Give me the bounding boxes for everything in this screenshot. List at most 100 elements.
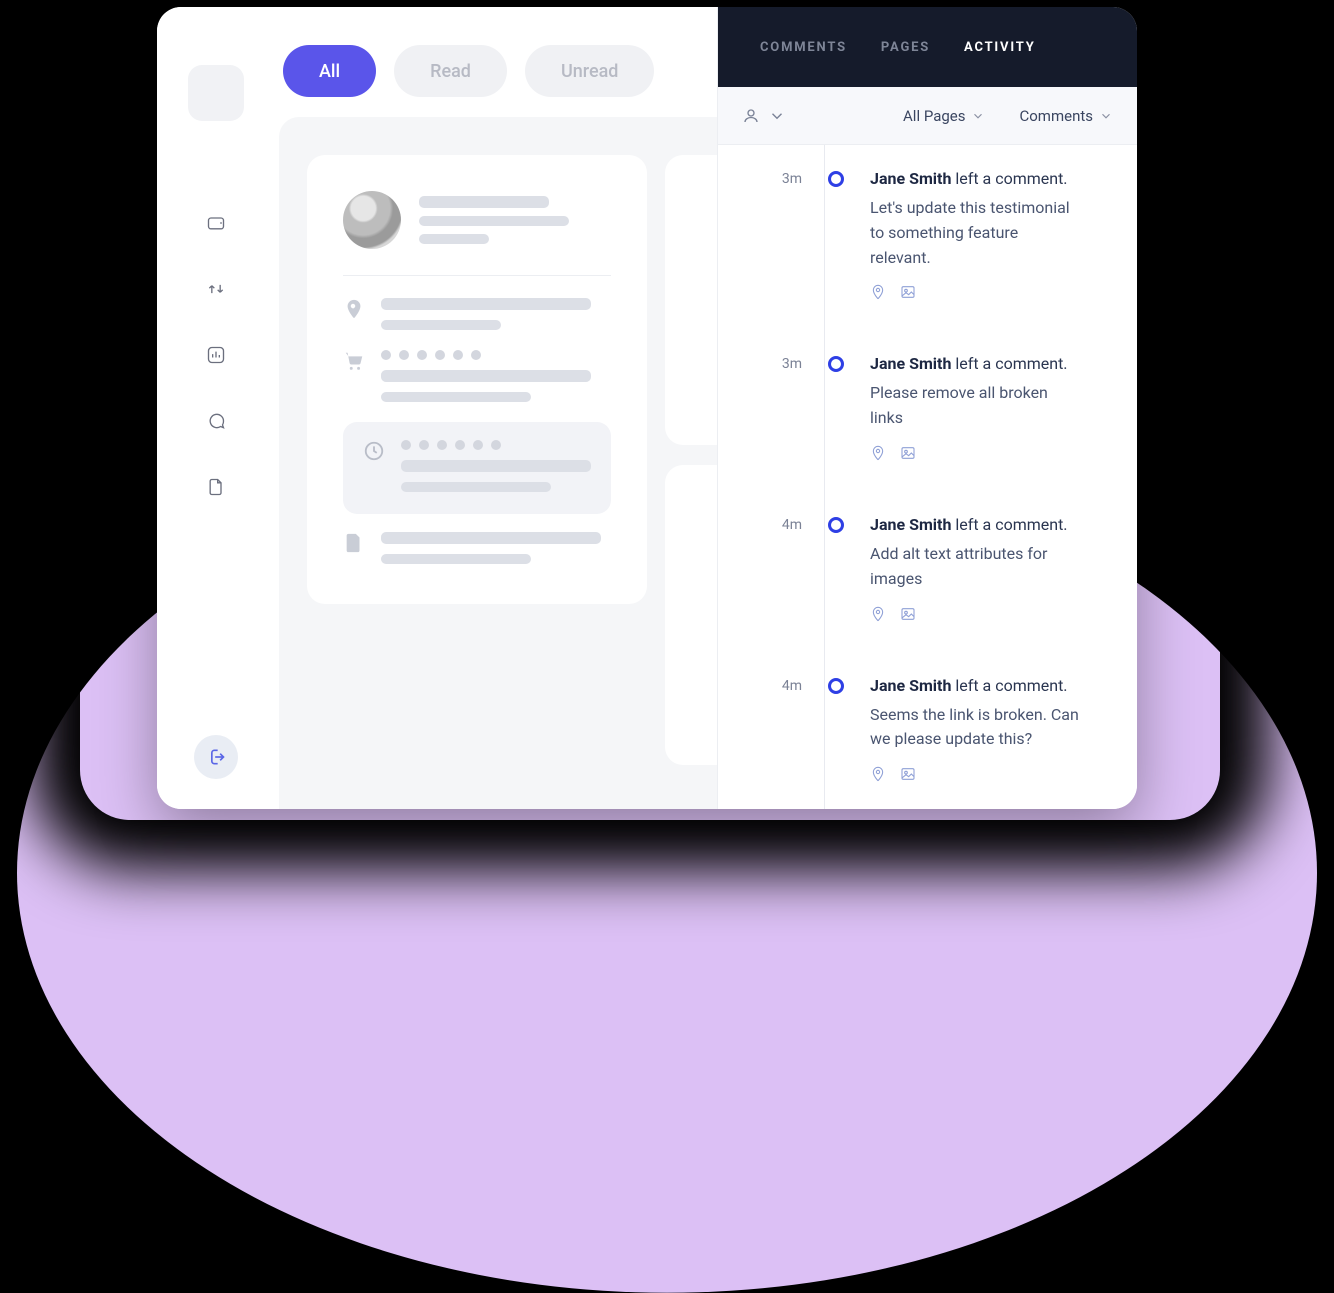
nav-chat[interactable] — [194, 399, 238, 443]
timeline-marker — [826, 515, 846, 622]
filter-all[interactable]: All — [283, 45, 376, 97]
filter-unread[interactable]: Unread — [525, 45, 654, 97]
app-window: All Read Unread — [157, 7, 1137, 809]
entry-message: Add alt text attributes for images — [870, 542, 1080, 592]
skeleton-line — [419, 234, 489, 244]
pages-filter-label: All Pages — [903, 107, 965, 125]
skeleton-dots — [381, 350, 611, 360]
card-header — [343, 191, 611, 249]
entry-headline: Jane Smith left a comment. — [870, 515, 1113, 534]
pages-filter[interactable]: All Pages — [903, 107, 985, 125]
filter-read[interactable]: Read — [394, 45, 507, 97]
clock-icon — [363, 440, 385, 462]
pin-icon[interactable] — [870, 766, 886, 782]
nav-docs[interactable] — [194, 465, 238, 509]
entry-message: Please remove all broken links — [870, 381, 1080, 431]
entry-headline: Jane Smith left a comment. — [870, 676, 1113, 695]
entry-action: left a comment. — [955, 515, 1067, 534]
skeleton-line — [381, 298, 591, 310]
timeline-marker — [826, 676, 846, 783]
card-peek — [665, 155, 717, 445]
chart-icon — [206, 345, 226, 365]
entry-headline: Jane Smith left a comment. — [870, 169, 1113, 188]
tab-activity[interactable]: ACTIVITY — [964, 40, 1036, 55]
avatar — [343, 191, 401, 249]
image-icon[interactable] — [900, 766, 916, 782]
filter-row: All Read Unread — [275, 7, 717, 117]
nav-transfer[interactable] — [194, 267, 238, 311]
activity-entry[interactable]: 3m Jane Smith left a comment. Let's upda… — [718, 145, 1137, 330]
skeleton-line — [419, 216, 569, 226]
entry-meta — [870, 606, 1113, 622]
user-filter[interactable] — [742, 107, 786, 125]
type-filter[interactable]: Comments — [1019, 107, 1113, 125]
entry-meta — [870, 445, 1113, 461]
entry-meta — [870, 766, 1113, 782]
panel-toolbar: All Pages Comments — [718, 87, 1137, 145]
image-icon[interactable] — [900, 606, 916, 622]
document-icon — [206, 477, 226, 497]
timeline-marker — [826, 354, 846, 461]
user-icon — [742, 107, 760, 125]
entry-meta — [870, 284, 1113, 300]
activity-panel: COMMENTS PAGES ACTIVITY All Pages Commen… — [717, 7, 1137, 809]
entry-time: 3m — [754, 354, 802, 461]
activity-timeline: 3m Jane Smith left a comment. Let's upda… — [718, 145, 1137, 809]
skeleton-line — [381, 320, 501, 330]
card-sub-item — [343, 422, 611, 514]
skeleton-line — [381, 392, 531, 402]
logo-placeholder — [188, 65, 244, 121]
nav-wallet[interactable] — [194, 201, 238, 245]
skeleton-line — [419, 196, 549, 208]
transfer-icon — [206, 279, 226, 299]
image-icon[interactable] — [900, 284, 916, 300]
logout-icon — [206, 747, 226, 767]
timeline-line — [824, 145, 825, 809]
panel-tabs: COMMENTS PAGES ACTIVITY — [718, 7, 1137, 87]
entry-time: 4m — [754, 515, 802, 622]
skeleton-line — [381, 554, 531, 564]
skeleton-line — [401, 460, 591, 472]
entry-author: Jane Smith — [870, 169, 951, 188]
chat-icon — [206, 411, 226, 431]
feed-column: All Read Unread — [275, 7, 717, 809]
feed-card[interactable] — [307, 155, 647, 604]
entry-message: Let's update this testimonial to somethi… — [870, 196, 1080, 270]
logout-button[interactable] — [194, 735, 238, 779]
skeleton-line — [381, 370, 591, 382]
activity-entry[interactable]: 4m Jane Smith left a comment. Seems the … — [718, 652, 1137, 809]
pin-icon[interactable] — [870, 284, 886, 300]
entry-author: Jane Smith — [870, 515, 951, 534]
activity-entry[interactable]: 3m Jane Smith left a comment. Please rem… — [718, 330, 1137, 491]
entry-message: Seems the link is broken. Can we please … — [870, 703, 1080, 753]
entry-time: 3m — [754, 169, 802, 300]
entry-action: left a comment. — [955, 169, 1067, 188]
chevron-down-icon — [971, 109, 985, 123]
skeleton-dots — [401, 440, 591, 450]
divider — [343, 275, 611, 276]
image-icon[interactable] — [900, 445, 916, 461]
entry-action: left a comment. — [955, 354, 1067, 373]
tab-pages[interactable]: PAGES — [881, 40, 930, 55]
activity-entry[interactable]: 4m Jane Smith left a comment. Add alt te… — [718, 491, 1137, 652]
card-item — [343, 532, 611, 564]
cart-icon — [343, 350, 365, 372]
pin-icon — [343, 298, 365, 320]
pin-icon[interactable] — [870, 445, 886, 461]
entry-action: left a comment. — [955, 676, 1067, 695]
nav-analytics[interactable] — [194, 333, 238, 377]
entry-author: Jane Smith — [870, 354, 951, 373]
card-item — [343, 298, 611, 330]
wallet-icon — [206, 213, 226, 233]
card-peek — [665, 465, 717, 765]
pin-icon[interactable] — [870, 606, 886, 622]
skeleton-line — [381, 532, 601, 544]
entry-headline: Jane Smith left a comment. — [870, 354, 1113, 373]
feed-scroll-area — [279, 117, 717, 809]
nav-rail — [157, 7, 275, 809]
type-filter-label: Comments — [1019, 107, 1093, 125]
tab-comments[interactable]: COMMENTS — [760, 40, 847, 55]
chevron-down-icon — [1099, 109, 1113, 123]
timeline-marker — [826, 169, 846, 300]
chevron-down-icon — [768, 107, 786, 125]
